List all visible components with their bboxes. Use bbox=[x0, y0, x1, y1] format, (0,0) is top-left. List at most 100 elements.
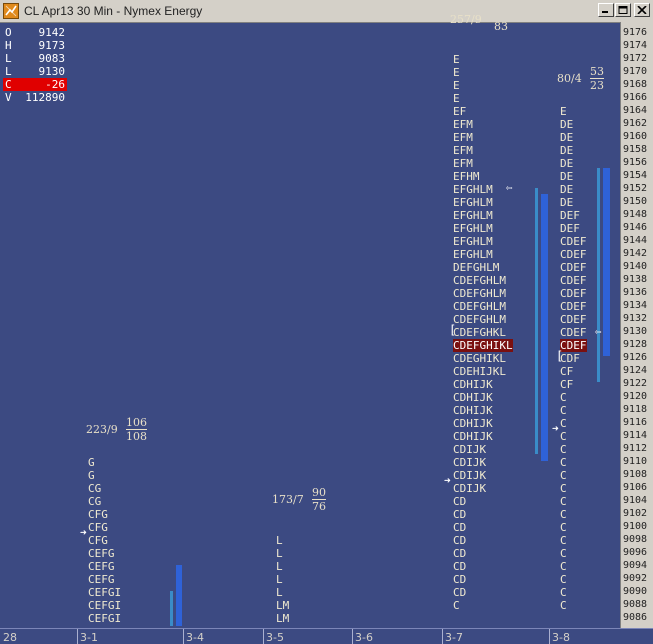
date-axis[interactable]: 28 3-1 3-4 3-5 3-6 3-7 3-8 bbox=[0, 628, 653, 644]
tpo-row: DE bbox=[560, 157, 574, 170]
tpo-row: EFM bbox=[453, 157, 473, 170]
value-area-bar bbox=[176, 565, 182, 626]
tpo-row: CEFGI bbox=[88, 586, 122, 599]
tpo-row: CD bbox=[453, 586, 467, 599]
tpo-chart-area[interactable]: G G CG CG CFG CFG CFG CEFG CEFG CEFG CEFGI CEFGI CEF… bbox=[0, 13, 620, 628]
tpo-row: C bbox=[560, 391, 567, 404]
tpo-row: E bbox=[453, 66, 460, 79]
price-label: 9122 bbox=[623, 378, 648, 389]
tpo-row: EFGHLM bbox=[453, 222, 493, 235]
price-label: 9134 bbox=[623, 300, 648, 311]
tpo-row: CDEFGHKL bbox=[453, 326, 506, 339]
chart-app-icon[interactable] bbox=[3, 3, 19, 19]
tpo-row: C bbox=[560, 456, 567, 469]
tpo-row: CG bbox=[88, 482, 102, 495]
tpo-row: CDIJK bbox=[453, 469, 487, 482]
price-label: 9154 bbox=[623, 170, 648, 181]
tpo-row: E bbox=[453, 92, 460, 105]
tpo-row: LM bbox=[276, 599, 290, 612]
title-bar[interactable]: CL Apr13 30 Min - Nymex Energy bbox=[0, 0, 653, 23]
date-label: 28 bbox=[3, 631, 17, 644]
date-tick bbox=[549, 629, 550, 644]
tpo-row: L bbox=[276, 547, 283, 560]
price-label: 9146 bbox=[623, 222, 648, 233]
tpo-row: CDEF bbox=[560, 261, 587, 274]
tpo-row: CDEFGHLM bbox=[453, 300, 506, 313]
price-label: 9136 bbox=[623, 287, 648, 298]
tpo-row: DE bbox=[560, 183, 574, 196]
open-close-arrow-icon: ➜ bbox=[80, 526, 87, 539]
tpo-row: L bbox=[276, 573, 283, 586]
price-label: 9102 bbox=[623, 508, 648, 519]
tpo-row: CDHIJK bbox=[453, 378, 493, 391]
profile-frac-denominator: 23 bbox=[590, 79, 604, 92]
tpo-row: G bbox=[88, 469, 95, 482]
price-label: 9088 bbox=[623, 599, 648, 610]
tpo-row: CDIJK bbox=[453, 443, 487, 456]
price-label: 9174 bbox=[623, 40, 648, 51]
value-area-bar bbox=[597, 168, 600, 382]
price-label: 9150 bbox=[623, 196, 648, 207]
tpo-row: CDEFGHLM bbox=[453, 274, 506, 287]
tpo-row: CF bbox=[560, 378, 574, 391]
tpo-row: CDEF bbox=[560, 248, 587, 261]
tpo-row: CDHIJK bbox=[453, 430, 493, 443]
tpo-row: C bbox=[560, 443, 567, 456]
open-close-arrow-icon: ➜ bbox=[552, 422, 559, 435]
tpo-row: C bbox=[560, 586, 567, 599]
price-axis[interactable]: 9176 9174 9172 9170 9168 9166 9164 9162 9160 9158… bbox=[620, 22, 653, 628]
price-label: 9162 bbox=[623, 118, 648, 129]
tpo-row: DE bbox=[560, 170, 574, 183]
maximize-icon[interactable] bbox=[615, 3, 631, 17]
tpo-row: CDHIJK bbox=[453, 417, 493, 430]
chart-window: CL Apr13 30 Min - Nymex Energy O 9142 H 917… bbox=[0, 0, 653, 644]
tpo-row: EF bbox=[453, 105, 467, 118]
open-close-arrow-icon: ⇦ bbox=[506, 181, 513, 194]
price-label: 9090 bbox=[623, 586, 648, 597]
price-label: 9126 bbox=[623, 352, 648, 363]
tpo-row: EFGHLM bbox=[453, 248, 493, 261]
tpo-row: C bbox=[560, 599, 567, 612]
price-label: 9112 bbox=[623, 443, 648, 454]
close-icon[interactable] bbox=[634, 3, 650, 17]
price-label: 9092 bbox=[623, 573, 648, 584]
tpo-row: E bbox=[560, 105, 567, 118]
profile-info-label: 80/4 bbox=[557, 72, 582, 85]
price-label: 9096 bbox=[623, 547, 648, 558]
price-label: 9124 bbox=[623, 365, 648, 376]
open-bracket-icon: [ bbox=[449, 323, 457, 337]
minimize-icon[interactable] bbox=[598, 3, 614, 17]
tpo-row: EFM bbox=[453, 118, 473, 131]
window-title: CL Apr13 30 Min - Nymex Energy bbox=[24, 4, 203, 18]
tpo-row: DE bbox=[560, 196, 574, 209]
tpo-row: G bbox=[88, 456, 95, 469]
price-label: 9110 bbox=[623, 456, 648, 467]
tpo-row: C bbox=[560, 495, 567, 508]
price-label: 9148 bbox=[623, 209, 648, 220]
tpo-row: CD bbox=[453, 521, 467, 534]
profile-info-label: 173/7 bbox=[272, 493, 304, 506]
tpo-row: CDHIJK bbox=[453, 404, 493, 417]
tpo-row: C bbox=[560, 573, 567, 586]
value-area-bar bbox=[170, 591, 173, 626]
price-label: 9104 bbox=[623, 495, 648, 506]
tpo-row: CD bbox=[453, 573, 467, 586]
tpo-row: C bbox=[560, 417, 567, 430]
price-label: 9130 bbox=[623, 326, 648, 337]
tpo-row: EFM bbox=[453, 131, 473, 144]
tpo-row: C bbox=[560, 482, 567, 495]
tpo-row: CD bbox=[453, 495, 467, 508]
profile-info-label: 257/9 bbox=[450, 13, 482, 26]
price-label: 9086 bbox=[623, 612, 648, 623]
date-label: 3-4 bbox=[186, 631, 204, 644]
tpo-row: C bbox=[560, 560, 567, 573]
price-label: 9106 bbox=[623, 482, 648, 493]
date-label: 3-7 bbox=[445, 631, 463, 644]
open-close-arrow-icon: ⇦ bbox=[595, 325, 602, 338]
profile-info-label: 223/9 bbox=[86, 423, 118, 436]
tpo-row: CEFGI bbox=[88, 599, 122, 612]
price-label: 9156 bbox=[623, 157, 648, 168]
price-label: 9116 bbox=[623, 417, 648, 428]
date-label: 3-6 bbox=[355, 631, 373, 644]
tpo-row: CFG bbox=[88, 521, 108, 534]
